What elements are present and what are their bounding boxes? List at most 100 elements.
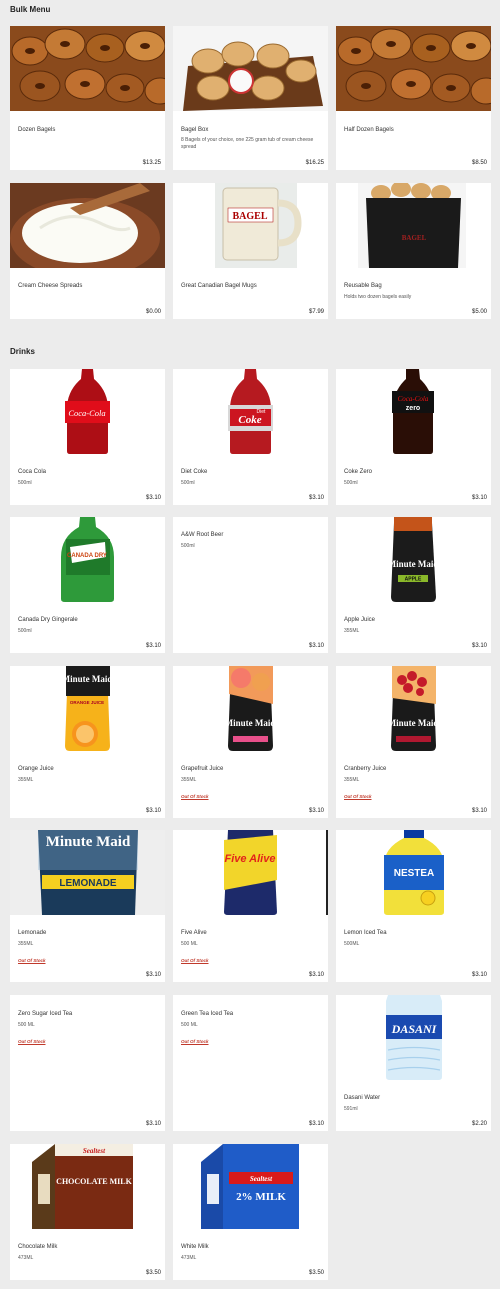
item-price: $3.50 (308, 1270, 324, 1276)
item-size: 355ML (181, 777, 197, 783)
out-of-stock-label: Out Of Stock (181, 958, 209, 963)
menu-item-bagel-mugs[interactable]: BAGEL Great Canadian Bagel Mugs $7.99 (173, 183, 328, 319)
item-name: Orange Juice (18, 766, 54, 772)
zero-label-text: zero (406, 405, 420, 412)
item-name: Apple Juice (344, 617, 376, 623)
chocolate-milk-image: Sealtest CHOCOLATE MILK (10, 1144, 165, 1229)
item-price: $3.10 (145, 972, 161, 978)
item-name: Bagel Box (181, 127, 209, 133)
item-name: A&W Root Beer (181, 532, 224, 538)
menu-item-bagel-box[interactable]: Bagel Box 8 Bagels of your choice, one 2… (173, 26, 328, 170)
minute-maid-logo-text: Minute Maid (225, 718, 276, 728)
minute-maid-logo-text: Minute Maid (388, 559, 439, 569)
item-size: 500ml (18, 480, 32, 486)
item-name: Green Tea Iced Tea (181, 1011, 234, 1017)
bagel-pile-image (336, 26, 491, 111)
menu-item-coca-cola[interactable]: Coca-Cola Coca Cola 500ml $3.10 (10, 369, 165, 505)
menu-item-white-milk[interactable]: Sealtest 2% MILK White Milk 473ML $3.50 (173, 1144, 328, 1280)
item-size: 500ml (181, 543, 195, 549)
nestea-image: NESTEA (336, 830, 491, 915)
menu-item-cream-cheese-spreads[interactable]: Cream Cheese Spreads $0.00 (10, 183, 165, 319)
menu-item-lemonade[interactable]: Minute Maid LEMONADE Lemonade 355ML Out … (10, 830, 165, 982)
item-size: 355ML (18, 941, 34, 947)
menu-item-orange-juice[interactable]: Minute Maid ORANGE JUICE Orange Juice 35… (10, 666, 165, 818)
canada-dry-bottle-image: CANADA DRY (10, 517, 165, 602)
dasani-logo-text: DASANI (391, 1022, 438, 1036)
item-price: $3.10 (308, 1121, 324, 1127)
menu-item-zero-sugar-iced-tea[interactable]: Zero Sugar Iced Tea 500 ML Out Of Stock … (10, 995, 165, 1131)
apple-label-text: APPLE (405, 577, 422, 583)
item-name: White Milk (181, 1244, 209, 1250)
menu-item-grapefruit-juice[interactable]: Minute Maid Grapefruit Juice 355ML Out O… (173, 666, 328, 818)
item-name: Half Dozen Bagels (344, 127, 394, 133)
item-name: Reusable Bag (344, 283, 382, 289)
menu-item-lemon-iced-tea[interactable]: NESTEA Lemon Iced Tea 500ML $3.10 (336, 830, 491, 982)
cream-cheese-image (10, 183, 165, 268)
diet-coke-bottle-image: Diet Coke (173, 369, 328, 454)
minute-maid-cranberry-image: Minute Maid (336, 666, 491, 751)
item-price: $3.10 (308, 643, 324, 649)
minute-maid-logo-text: Minute Maid (46, 834, 131, 850)
mug-image: BAGEL (173, 183, 328, 268)
dasani-image: DASANI (336, 995, 491, 1080)
five-alive-logo-text: Five Alive (225, 853, 276, 865)
bagel-box-image (173, 26, 328, 111)
item-name: Great Canadian Bagel Mugs (181, 283, 257, 289)
item-price: $3.50 (145, 1270, 161, 1276)
coke-bottle-image: Coca-Cola (10, 369, 165, 454)
item-price: $5.00 (471, 309, 487, 315)
mug-logo-text: BAGEL (232, 211, 267, 222)
reusable-bag-image: BAGEL (336, 183, 491, 268)
menu-item-half-dozen-bagels[interactable]: Half Dozen Bagels $8.50 (336, 26, 491, 170)
item-price: $16.25 (305, 160, 324, 166)
out-of-stock-label: Out Of Stock (18, 1039, 46, 1044)
item-price: $3.10 (145, 808, 161, 814)
item-price: $13.25 (142, 160, 161, 166)
menu-item-five-alive[interactable]: Five Alive Five Alive 500 ML Out Of Stoc… (173, 830, 328, 982)
item-price: $3.10 (308, 972, 324, 978)
item-name: Cream Cheese Spreads (18, 283, 83, 289)
item-description: Holds two dozen bagels easily (344, 294, 412, 300)
item-name: Dasani Water (344, 1095, 381, 1101)
minute-maid-apple-image: Minute Maid APPLE (336, 517, 491, 602)
menu-item-apple-juice[interactable]: Minute Maid APPLE Apple Juice 355ML $3.1… (336, 517, 491, 653)
item-size: 500ml (181, 480, 195, 486)
white-milk-label-text: 2% MILK (236, 1191, 286, 1203)
item-name: Chocolate Milk (18, 1244, 58, 1250)
item-name: Grapefruit Juice (181, 766, 224, 772)
minute-maid-lemonade-image: Minute Maid LEMONADE (10, 830, 165, 915)
menu-item-cranberry-juice[interactable]: Minute Maid Cranberry Juice 355ML Out Of… (336, 666, 491, 818)
menu-item-coke-zero[interactable]: Coca-Cola zero Coke Zero 500ml $3.10 (336, 369, 491, 505)
menu-item-canada-dry[interactable]: CANADA DRY Canada Dry Gingerale 500ml $3… (10, 517, 165, 653)
menu-item-dozen-bagels[interactable]: Dozen Bagels $13.25 (10, 26, 165, 170)
item-size: 500ml (18, 628, 32, 634)
item-price: $3.10 (308, 808, 324, 814)
item-name: Cranberry Juice (344, 766, 387, 772)
item-price: $3.10 (471, 972, 487, 978)
menu-item-green-tea-iced-tea[interactable]: Green Tea Iced Tea 500 ML Out Of Stock $… (173, 995, 328, 1131)
canada-dry-logo-text: CANADA DRY (67, 553, 107, 559)
minute-maid-logo-text: Minute Maid (62, 674, 113, 684)
white-milk-image: Sealtest 2% MILK (173, 1144, 328, 1229)
menu-item-dasani-water[interactable]: DASANI Dasani Water 591ml $2.20 (336, 995, 491, 1131)
nestea-logo-text: NESTEA (394, 868, 435, 879)
item-price: $3.10 (471, 808, 487, 814)
out-of-stock-label: Out Of Stock (181, 794, 209, 799)
bag-logo-text: BAGEL (402, 234, 427, 242)
menu-item-diet-coke[interactable]: Diet Coke Diet Coke 500ml $3.10 (173, 369, 328, 505)
out-of-stock-label: Out Of Stock (344, 794, 372, 799)
item-price: $7.99 (308, 309, 324, 315)
item-price: $3.10 (145, 495, 161, 501)
item-name: Lemon Iced Tea (344, 930, 387, 936)
item-price: $3.10 (471, 643, 487, 649)
item-size: 355ML (344, 628, 360, 634)
menu-item-chocolate-milk[interactable]: Sealtest CHOCOLATE MILK Chocolate Milk 4… (10, 1144, 165, 1280)
coke-logo-text: Coca-Cola (68, 408, 105, 418)
item-size: 591ml (344, 1106, 358, 1112)
menu-item-reusable-bag[interactable]: BAGEL Reusable Bag Holds two dozen bagel… (336, 183, 491, 319)
item-size: 500 ML (181, 1022, 198, 1028)
item-size: 500 ML (18, 1022, 35, 1028)
item-price: $3.10 (308, 495, 324, 501)
section-title-drinks: Drinks (10, 347, 35, 356)
menu-item-aw-root-beer[interactable]: A&W Root Beer 500ml $3.10 (173, 517, 328, 653)
